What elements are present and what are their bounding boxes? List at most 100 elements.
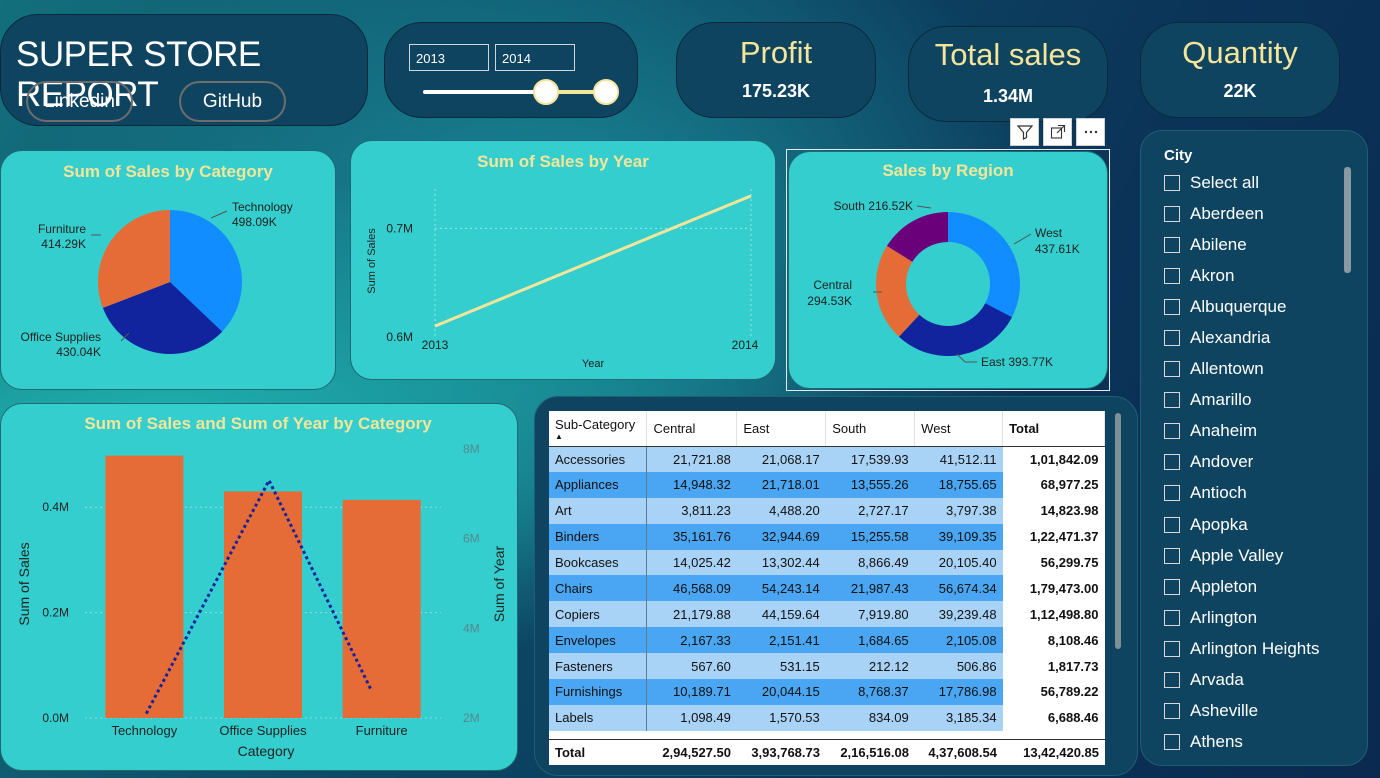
city-option[interactable]: Amarillo	[1164, 385, 1354, 416]
checkbox-icon[interactable]	[1164, 267, 1180, 284]
column-header-total[interactable]: Total	[1002, 411, 1105, 447]
checkbox-icon[interactable]	[1164, 609, 1180, 626]
table-row[interactable]: Art 3,811.23 4,488.20 2,727.17 3,797.38 14,82…	[549, 497, 1105, 524]
table-cell: 21,987.43	[825, 575, 915, 602]
slider-handle-to[interactable]	[593, 79, 619, 105]
row-label: Furnishings	[549, 679, 648, 705]
table-cell: 44,159.64	[736, 601, 826, 628]
table-row[interactable]: Bookcases 14,025.42 13,302.44 8,866.49 20,10…	[549, 549, 1105, 576]
donut-slice-west[interactable]	[948, 212, 1020, 318]
donut-value-2: 294.53K	[807, 294, 852, 308]
checkbox-icon[interactable]	[1164, 672, 1180, 689]
total-row: Total 2,94,527.50 3,93,768.73 2,16,516.08 4,…	[549, 738, 1105, 765]
checkbox-icon[interactable]	[1164, 640, 1180, 657]
checkbox-icon[interactable]	[1164, 547, 1180, 564]
column-header-west[interactable]: West	[914, 411, 1004, 447]
city-option[interactable]: Anaheim	[1164, 416, 1354, 447]
column-header-south[interactable]: South	[825, 411, 916, 447]
checkbox-icon[interactable]	[1164, 578, 1180, 595]
y2-tick-3: 8M	[463, 442, 480, 456]
table-cell: 39,239.48	[914, 601, 1003, 628]
city-option[interactable]: Appleton	[1164, 571, 1354, 602]
table-cell: 531.15	[736, 653, 826, 680]
column-header-central[interactable]: Central	[646, 411, 738, 447]
checkbox-icon[interactable]	[1164, 734, 1180, 751]
city-slicer-scrollbar[interactable]	[1344, 167, 1351, 273]
city-option[interactable]: Abilene	[1164, 229, 1354, 260]
table-cell: 1,12,498.80	[1002, 601, 1105, 628]
city-option[interactable]: Aberdeen	[1164, 198, 1354, 229]
table-row[interactable]: Labels 1,098.49 1,570.53 834.09 3,185.34 6,68…	[549, 704, 1105, 731]
city-option[interactable]: Andover	[1164, 447, 1354, 478]
table-cell: 56,674.34	[914, 575, 1003, 602]
city-option[interactable]: Arvada	[1164, 665, 1354, 696]
checkbox-icon[interactable]	[1164, 703, 1180, 720]
city-option[interactable]: Alexandria	[1164, 322, 1354, 353]
more-options-icon[interactable]	[1076, 118, 1105, 146]
city-option[interactable]: Allentown	[1164, 354, 1354, 385]
category-pie-chart: Technology498.09K Office Supplies430.04K F…	[21, 200, 293, 359]
filter-icon[interactable]	[1010, 118, 1039, 146]
city-select-all[interactable]: Select all	[1164, 167, 1354, 198]
city-option[interactable]: Arlington Heights	[1164, 633, 1354, 664]
table-row[interactable]: Accessories 21,721.88 21,068.17 17,539.93 41…	[549, 446, 1105, 472]
city-option[interactable]: Apopka	[1164, 509, 1354, 540]
table-cell: 21,718.01	[736, 471, 826, 498]
column-header-east[interactable]: East	[736, 411, 827, 447]
row-label: Chairs	[549, 575, 648, 602]
city-option[interactable]: Antioch	[1164, 478, 1354, 509]
row-label: Binders	[549, 523, 648, 550]
table-row[interactable]: Appliances 14,948.32 21,718.01 13,555.26 18,…	[549, 471, 1105, 498]
checkbox-icon[interactable]	[1164, 423, 1180, 440]
checkbox-icon[interactable]	[1164, 454, 1180, 471]
bar-2[interactable]	[342, 499, 421, 718]
table-cell: 212.12	[825, 653, 915, 680]
table-row[interactable]: Binders 35,161.76 32,944.69 15,255.58 39,109…	[549, 523, 1105, 550]
table-cell: 1,684.65	[825, 627, 915, 654]
matrix-scrollbar[interactable]	[1115, 413, 1121, 649]
city-label: Albuquerque	[1190, 296, 1287, 316]
table-row[interactable]: Envelopes 2,167.33 2,151.41 1,684.65 2,105.0…	[549, 627, 1105, 654]
city-option[interactable]: Arlington	[1164, 602, 1354, 633]
table-row[interactable]: Furnishings 10,189.71 20,044.15 8,768.37 17,…	[549, 679, 1105, 705]
checkbox-icon[interactable]	[1164, 485, 1180, 502]
year-to-input[interactable]: 2014	[495, 44, 575, 71]
linkedin-button-label: Linkedin	[44, 90, 115, 112]
checkbox-icon[interactable]	[1164, 361, 1180, 378]
table-cell: 3,185.34	[914, 704, 1003, 731]
city-option[interactable]: Akron	[1164, 260, 1354, 291]
checkbox-icon[interactable]	[1164, 236, 1180, 253]
year-from-input[interactable]: 2013	[409, 44, 489, 71]
city-option[interactable]: Albuquerque	[1164, 291, 1354, 322]
github-button[interactable]: GitHub	[179, 81, 286, 122]
city-label: Appleton	[1190, 576, 1258, 596]
city-label: Athens	[1190, 732, 1243, 752]
slider-handle-from[interactable]	[533, 79, 559, 105]
checkbox-icon[interactable]	[1164, 516, 1180, 533]
table-row[interactable]: Copiers 21,179.88 44,159.64 7,919.80 39,239.…	[549, 601, 1105, 628]
linkedin-button[interactable]: Linkedin	[26, 81, 133, 122]
table-cell: 32,944.69	[736, 523, 826, 550]
checkbox-icon[interactable]	[1164, 174, 1180, 191]
table-row[interactable]: Chairs 46,568.09 54,243.14 21,987.43 56,674.…	[549, 575, 1105, 602]
checkbox-icon[interactable]	[1164, 298, 1180, 315]
table-cell: 46,568.09	[646, 575, 737, 602]
bar-0[interactable]	[105, 455, 184, 718]
city-option[interactable]: Athens	[1164, 727, 1354, 758]
column-header-sub-category[interactable]: Sub-Category ▲	[549, 411, 648, 447]
table-row[interactable]: Fasteners 567.60 531.15 212.12 506.86 1,817.7…	[549, 653, 1105, 680]
sales-line[interactable]	[434, 194, 752, 328]
checkbox-icon[interactable]	[1164, 392, 1180, 409]
y-tick-1: 0.7M	[386, 221, 413, 235]
table-cell: 14,948.32	[646, 471, 737, 498]
city-option[interactable]: Apple Valley	[1164, 540, 1354, 571]
city-label: Aberdeen	[1190, 203, 1264, 223]
total-cell: 2,16,516.08	[826, 738, 915, 765]
checkbox-icon[interactable]	[1164, 330, 1180, 347]
city-option[interactable]: Asheville	[1164, 696, 1354, 727]
focus-mode-icon[interactable]	[1043, 118, 1072, 146]
table-cell: 14,025.42	[646, 549, 737, 576]
x-tick-2014: 2014	[732, 338, 759, 352]
table-cell: 3,797.38	[914, 497, 1003, 524]
checkbox-icon[interactable]	[1164, 205, 1180, 222]
